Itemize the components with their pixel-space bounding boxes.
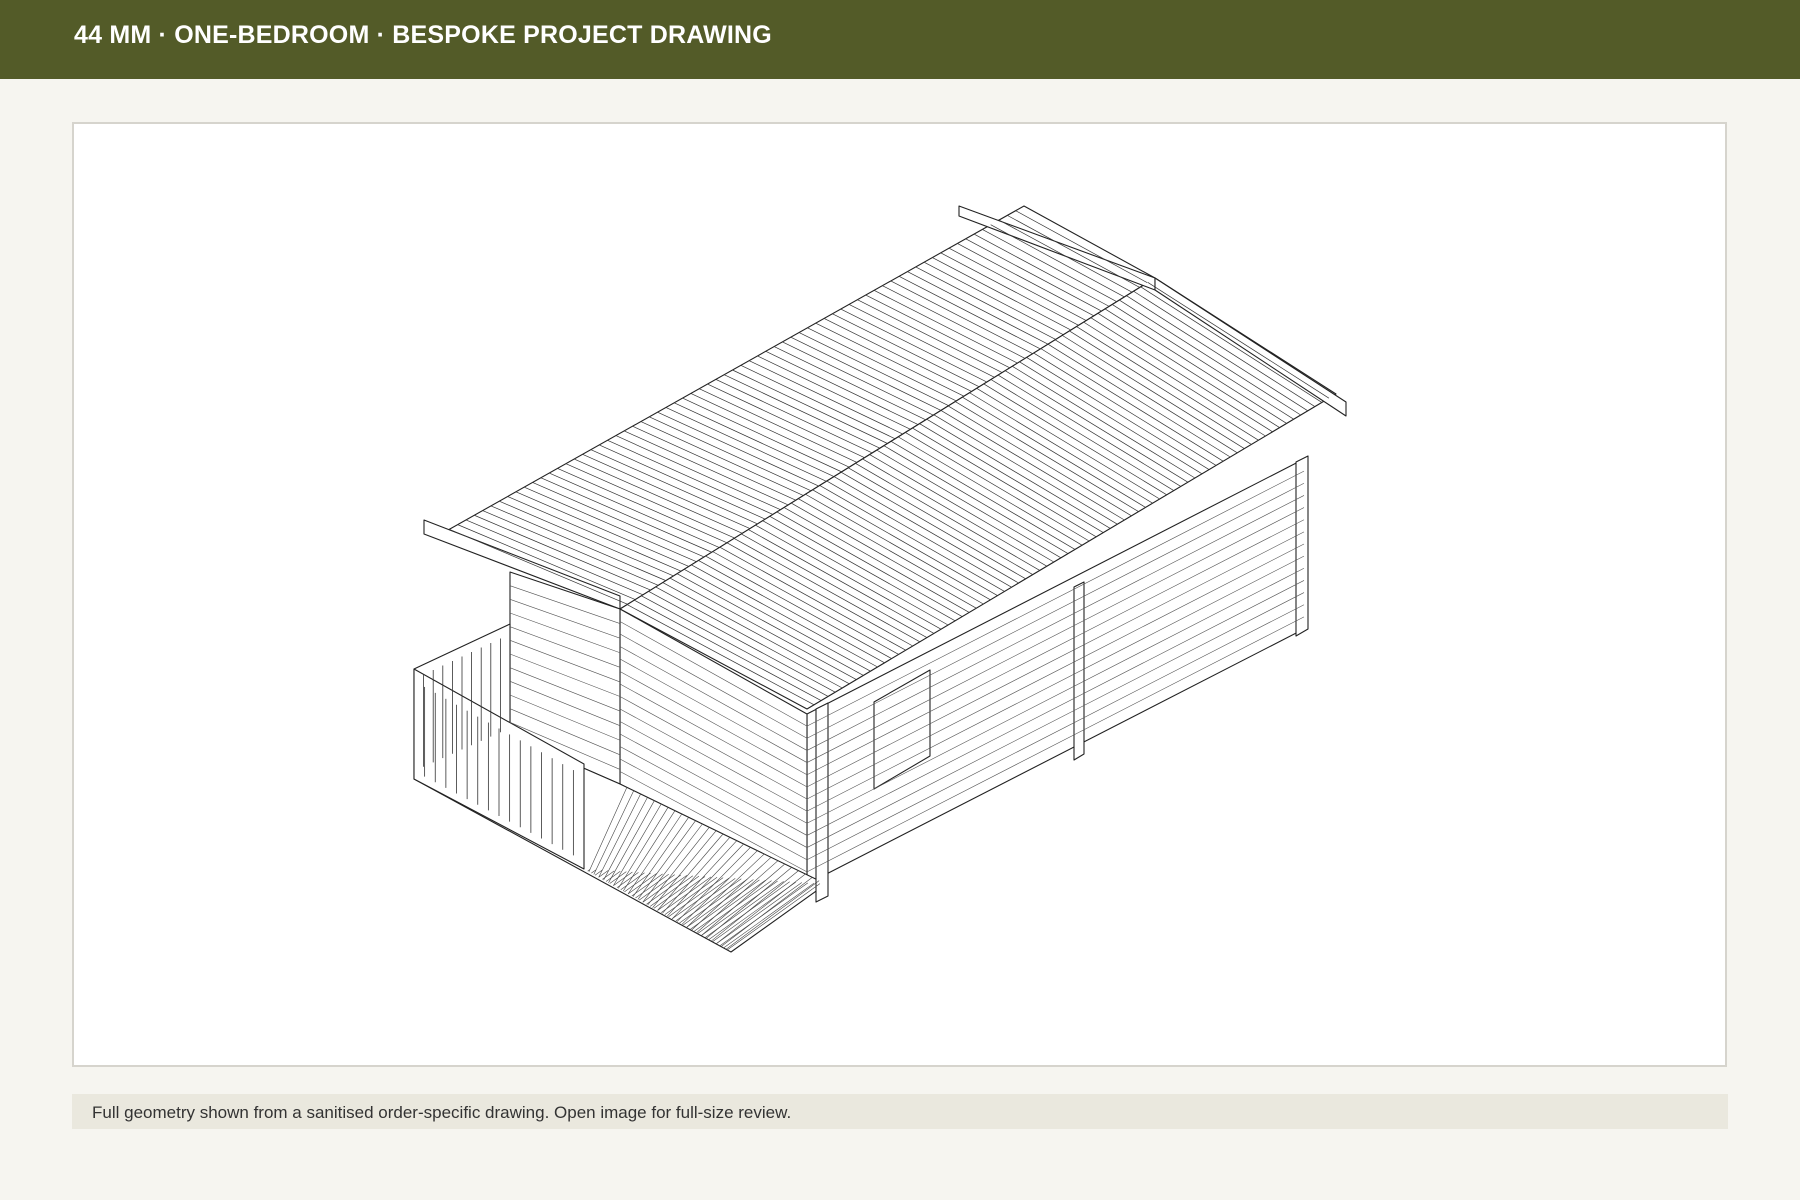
drawing-frame[interactable]	[72, 122, 1727, 1067]
caption-bar: Full geometry shown from a sanitised ord…	[72, 1094, 1728, 1129]
cabin-drawing	[413, 205, 1347, 953]
drawing-caption: Full geometry shown from a sanitised ord…	[92, 1103, 792, 1122]
header-bar: 44 MM · ONE-BEDROOM · BESPOKE PROJECT DR…	[0, 0, 1800, 79]
corner-post-right	[1295, 455, 1309, 637]
wall-post	[1073, 581, 1085, 761]
page-title: 44 MM · ONE-BEDROOM · BESPOKE PROJECT DR…	[74, 21, 772, 49]
